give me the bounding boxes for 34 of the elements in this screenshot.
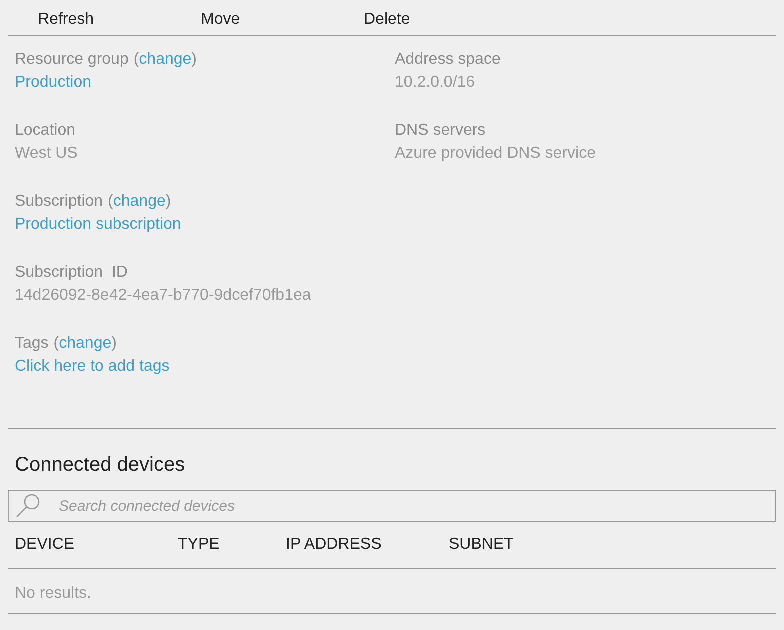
field-label: Subscription (15, 192, 104, 212)
column-header: SUBNET (449, 536, 514, 553)
field-value: Azure provided DNS service (395, 144, 596, 164)
field-value-link[interactable]: Click here to add tags (15, 355, 170, 378)
field-value: 14d26092-8e42-4ea7-b770-9dcef70fb1ea (15, 286, 312, 306)
paren: ( (54, 334, 60, 354)
change-link[interactable]: change (113, 190, 166, 213)
toolbar-button[interactable]: Refresh (38, 5, 201, 35)
change-link[interactable]: change (59, 332, 112, 355)
toolbar-button[interactable]: Move (201, 5, 364, 35)
field-value: 10.2.0.0/16 (395, 73, 476, 93)
field-value: West US (15, 144, 78, 164)
toolbar-button[interactable]: Delete (364, 5, 527, 35)
field-label: Tags (15, 334, 49, 354)
paren: ) (166, 192, 172, 212)
field-value-link[interactable]: Production (15, 71, 92, 94)
field-label: Address space (395, 50, 501, 70)
search-field[interactable]: Search connected devices (8, 490, 776, 522)
paren: ) (192, 50, 197, 70)
empty-message: No results. (15, 584, 92, 604)
column-header: DEVICE (15, 536, 75, 553)
search-icon (14, 493, 42, 519)
section-title: Connected devices (15, 453, 186, 478)
field-label: Subscription ID (15, 263, 128, 283)
field-label: DNS servers (395, 121, 486, 141)
column-header: TYPE (178, 536, 220, 553)
field-label: Location (15, 121, 76, 141)
change-link[interactable]: change (139, 48, 192, 71)
paren: ( (134, 50, 140, 70)
paren: ) (112, 334, 117, 354)
field-label: Resource group (15, 50, 129, 70)
paren: ( (108, 192, 114, 212)
column-header: IP ADDRESS (286, 536, 382, 553)
field-value-link[interactable]: Production subscription (15, 213, 182, 236)
